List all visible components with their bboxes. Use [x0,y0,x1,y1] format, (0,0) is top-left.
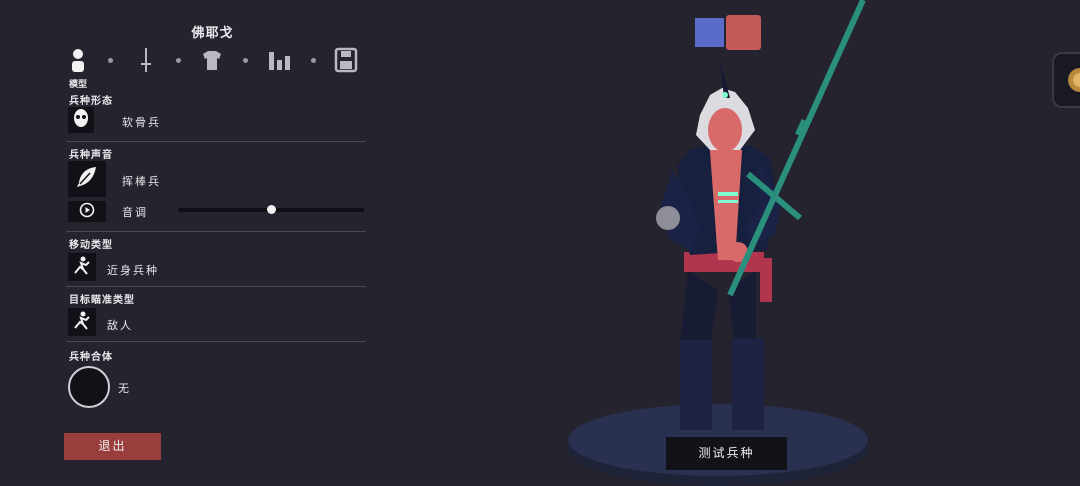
skull-face-icon [72,108,90,132]
tab-separator-dot [108,58,113,63]
section-label-form: 兵种形态 [69,96,113,107]
movement-select-button[interactable] [68,253,96,281]
section-label-movement: 移动类型 [69,240,113,251]
side-menu-button[interactable] [1052,52,1080,108]
section-divider [66,286,366,287]
exit-button[interactable]: 退出 [64,433,161,460]
section-label-targeting: 目标瞄准类型 [69,295,135,306]
feather-icon [74,164,100,194]
tab-separator-dot [176,58,181,63]
combo-value: 无 [118,382,131,395]
section-label-combo: 兵种合体 [69,352,113,363]
tab-clothing-shirt-icon[interactable] [200,46,224,74]
test-unit-button[interactable]: 测试兵种 [666,437,787,470]
editor-tabs [66,46,366,76]
voice-play-button[interactable] [68,201,106,222]
tab-save-icon[interactable] [334,46,358,74]
targeting-select-button[interactable] [68,308,96,336]
section-divider [66,231,366,232]
play-icon [79,202,95,222]
voice-value: 挥棒兵 [122,175,161,188]
unit-name-title: 佛耶戈 [191,26,234,41]
section-divider [66,341,366,342]
tab-separator-dot [311,58,316,63]
voice-select-button[interactable] [68,161,106,197]
melee-runner-icon [71,254,93,280]
tab-stats-bar-chart-icon[interactable] [267,46,291,74]
pitch-label: 音调 [122,206,148,219]
section-divider [66,141,366,142]
unit-editor-panel: 佛耶戈 模型 兵种形态 软骨兵 兵种声音 挥棒兵 音调 移动类型 近身兵种 目标… [0,0,380,486]
targeting-value: 敌人 [107,319,133,332]
melee-runner-icon [71,309,93,335]
unit-preview-model [568,0,868,486]
tab-caption: 模型 [69,80,88,90]
pitch-slider-thumb[interactable] [266,205,276,214]
tab-separator-dot [243,58,248,63]
tab-weapon-sword-icon[interactable] [134,46,158,74]
combo-select-button[interactable] [68,366,110,408]
form-select-button[interactable] [68,107,94,133]
tab-model-person-icon[interactable] [66,46,90,74]
form-value: 软骨兵 [122,116,161,129]
section-label-voice: 兵种声音 [69,150,113,161]
movement-value: 近身兵种 [107,264,159,277]
